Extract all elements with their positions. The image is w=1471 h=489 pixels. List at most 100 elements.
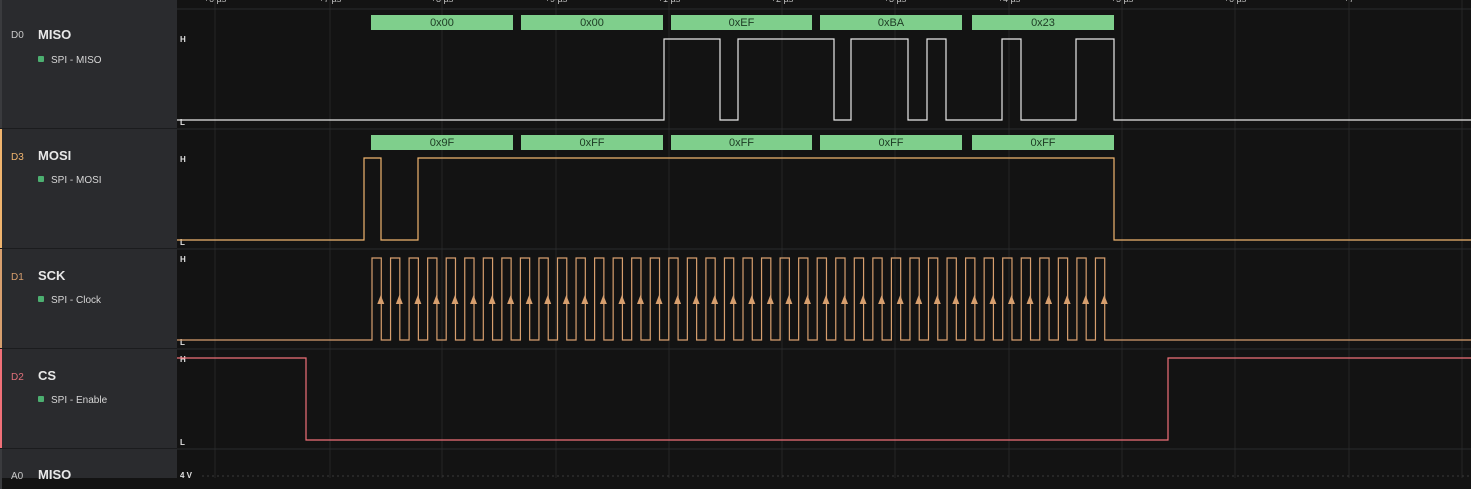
- level-high-label: H: [180, 355, 186, 364]
- cs-trace: [177, 357, 1471, 441]
- channel-number: D2: [11, 372, 24, 383]
- clock-edge-arrow-icon: [1045, 295, 1053, 304]
- decoded-byte-label: 0x00: [580, 17, 604, 29]
- clock-edge-arrow-icon: [599, 295, 607, 304]
- decoded-byte[interactable]: 0x00: [371, 15, 513, 30]
- clock-edge-arrow-icon: [841, 295, 849, 304]
- clock-edge-arrow-icon: [507, 295, 515, 304]
- clock-edge-arrow-icon: [1026, 295, 1034, 304]
- clock-edge-arrow-icon: [989, 295, 997, 304]
- clock-edge-arrow-icon: [766, 295, 774, 304]
- channel-number: D3: [11, 152, 24, 163]
- channel-accent: [0, 449, 2, 489]
- decoded-byte-label: 0x23: [1031, 17, 1055, 29]
- analyzer-dot-icon: [38, 176, 44, 182]
- analyzer-dot-icon: [38, 296, 44, 302]
- clock-edge-arrow-icon: [432, 295, 440, 304]
- analyzer-dot-icon: [38, 56, 44, 62]
- clock-edge-arrow-icon: [525, 295, 533, 304]
- clock-edge-arrow-icon: [878, 295, 886, 304]
- decoded-byte-label: 0xFF: [1030, 137, 1055, 149]
- clock-edge-arrow-icon: [581, 295, 589, 304]
- timeline-tick-label: +1 µs: [658, 0, 681, 4]
- analyzer-text: SPI - Enable: [51, 395, 108, 406]
- miso-trace: [177, 38, 1471, 121]
- decoded-byte-label: 0xFF: [878, 137, 903, 149]
- analyzer-text: SPI - MISO: [51, 55, 102, 66]
- voltage-label: 4 V: [180, 471, 193, 478]
- channel-number: A0: [11, 471, 24, 482]
- clock-edge-arrow-icon: [803, 295, 811, 304]
- clock-edge-arrow-icon: [729, 295, 737, 304]
- decoded-byte-label: 0xFF: [729, 137, 754, 149]
- clock-edge-arrow-icon: [395, 295, 403, 304]
- decoded-byte-label: 0xFF: [579, 137, 604, 149]
- timeline-tick-label: +6 µs: [204, 0, 227, 4]
- level-low-label: L: [180, 338, 185, 347]
- timeline-tick-label: +5 µs: [1111, 0, 1134, 4]
- decoded-byte[interactable]: 0xFF: [972, 135, 1114, 150]
- analyzer-dot-icon: [38, 396, 44, 402]
- decoded-byte[interactable]: 0x23: [972, 15, 1114, 30]
- channel-miso[interactable]: D0 MISO SPI - MISO: [0, 0, 177, 129]
- time-grid: [177, 0, 1471, 478]
- mosi-trace: [177, 157, 1471, 241]
- channel-number: D1: [11, 272, 24, 283]
- channel-analog-miso[interactable]: A0 MISO: [0, 449, 177, 489]
- channel-name: SCK: [38, 268, 66, 283]
- timeline-tick-label: +7: [1344, 0, 1354, 4]
- channel-accent: [0, 249, 2, 348]
- level-low-label: L: [180, 238, 185, 247]
- clock-edge-arrow-icon: [952, 295, 960, 304]
- analyzer-label[interactable]: SPI - Enable: [38, 395, 107, 406]
- channel-accent: [0, 129, 2, 248]
- timeline-tick-label: +7 µs: [319, 0, 342, 4]
- decoded-byte-label: 0x00: [430, 17, 454, 29]
- clock-edge-arrow-icon: [970, 295, 978, 304]
- channel-accent: [0, 349, 2, 448]
- decoded-byte[interactable]: 0xEF: [671, 15, 812, 30]
- clock-edge-arrow-icon: [655, 295, 663, 304]
- waveform-area[interactable]: +6 µs +7 µs +8 µs +9 µs +1 µs +2 µs +3 µs +4 µs…: [177, 0, 1471, 478]
- analyzer-label[interactable]: SPI - MISO: [38, 55, 102, 66]
- decoded-byte[interactable]: 0xFF: [671, 135, 812, 150]
- clock-edge-arrow-icon: [618, 295, 626, 304]
- decoded-byte[interactable]: 0xBA: [820, 15, 962, 30]
- clock-edge-arrow-icon: [1100, 295, 1108, 304]
- decoded-byte-label: 0xBA: [878, 17, 905, 29]
- channel-accent: [0, 0, 2, 128]
- channel-number: D0: [11, 30, 24, 41]
- decoded-byte[interactable]: 0x00: [521, 15, 663, 30]
- channel-name: MISO: [38, 27, 72, 42]
- clock-edge-arrow-icon: [748, 295, 756, 304]
- clock-edge-arrow-icon: [636, 295, 644, 304]
- timeline-tick-label: +2 µs: [771, 0, 794, 4]
- analyzer-text: SPI - Clock: [51, 295, 102, 306]
- level-high-label: H: [180, 155, 186, 164]
- level-high-label: H: [180, 255, 186, 264]
- timeline-tick-label: +6 µs: [1224, 0, 1247, 4]
- clock-edge-arrow-icon: [470, 295, 478, 304]
- clock-edge-arrow-icon: [1082, 295, 1090, 304]
- timeline-tick-label: +3 µs: [884, 0, 907, 4]
- clock-edge-arrow-icon: [451, 295, 459, 304]
- decoded-byte[interactable]: 0xFF: [820, 135, 962, 150]
- decoded-byte-label: 0x9F: [430, 137, 455, 149]
- channel-mosi[interactable]: D3 MOSI SPI - MOSI: [0, 129, 177, 249]
- decoded-byte[interactable]: 0xFF: [521, 135, 663, 150]
- clock-edge-arrow-icon: [822, 295, 830, 304]
- clock-edge-arrow-icon: [859, 295, 867, 304]
- analyzer-label[interactable]: SPI - Clock: [38, 295, 101, 306]
- level-labels: HLHLHLHL4 V: [180, 35, 193, 478]
- channel-name: MISO: [38, 467, 72, 482]
- decoded-byte[interactable]: 0x9F: [371, 135, 513, 150]
- channel-name: MOSI: [38, 148, 72, 163]
- channel-sck[interactable]: D1 SCK SPI - Clock: [0, 249, 177, 349]
- clock-edge-arrow-icon: [785, 295, 793, 304]
- clock-edge-arrow-icon: [562, 295, 570, 304]
- timeline-tick-label: +9 µs: [545, 0, 568, 4]
- decoded-byte-label: 0xEF: [729, 17, 755, 29]
- analyzer-label[interactable]: SPI - MOSI: [38, 175, 102, 186]
- channel-cs[interactable]: D2 CS SPI - Enable: [0, 349, 177, 449]
- clock-edge-arrow-icon: [933, 295, 941, 304]
